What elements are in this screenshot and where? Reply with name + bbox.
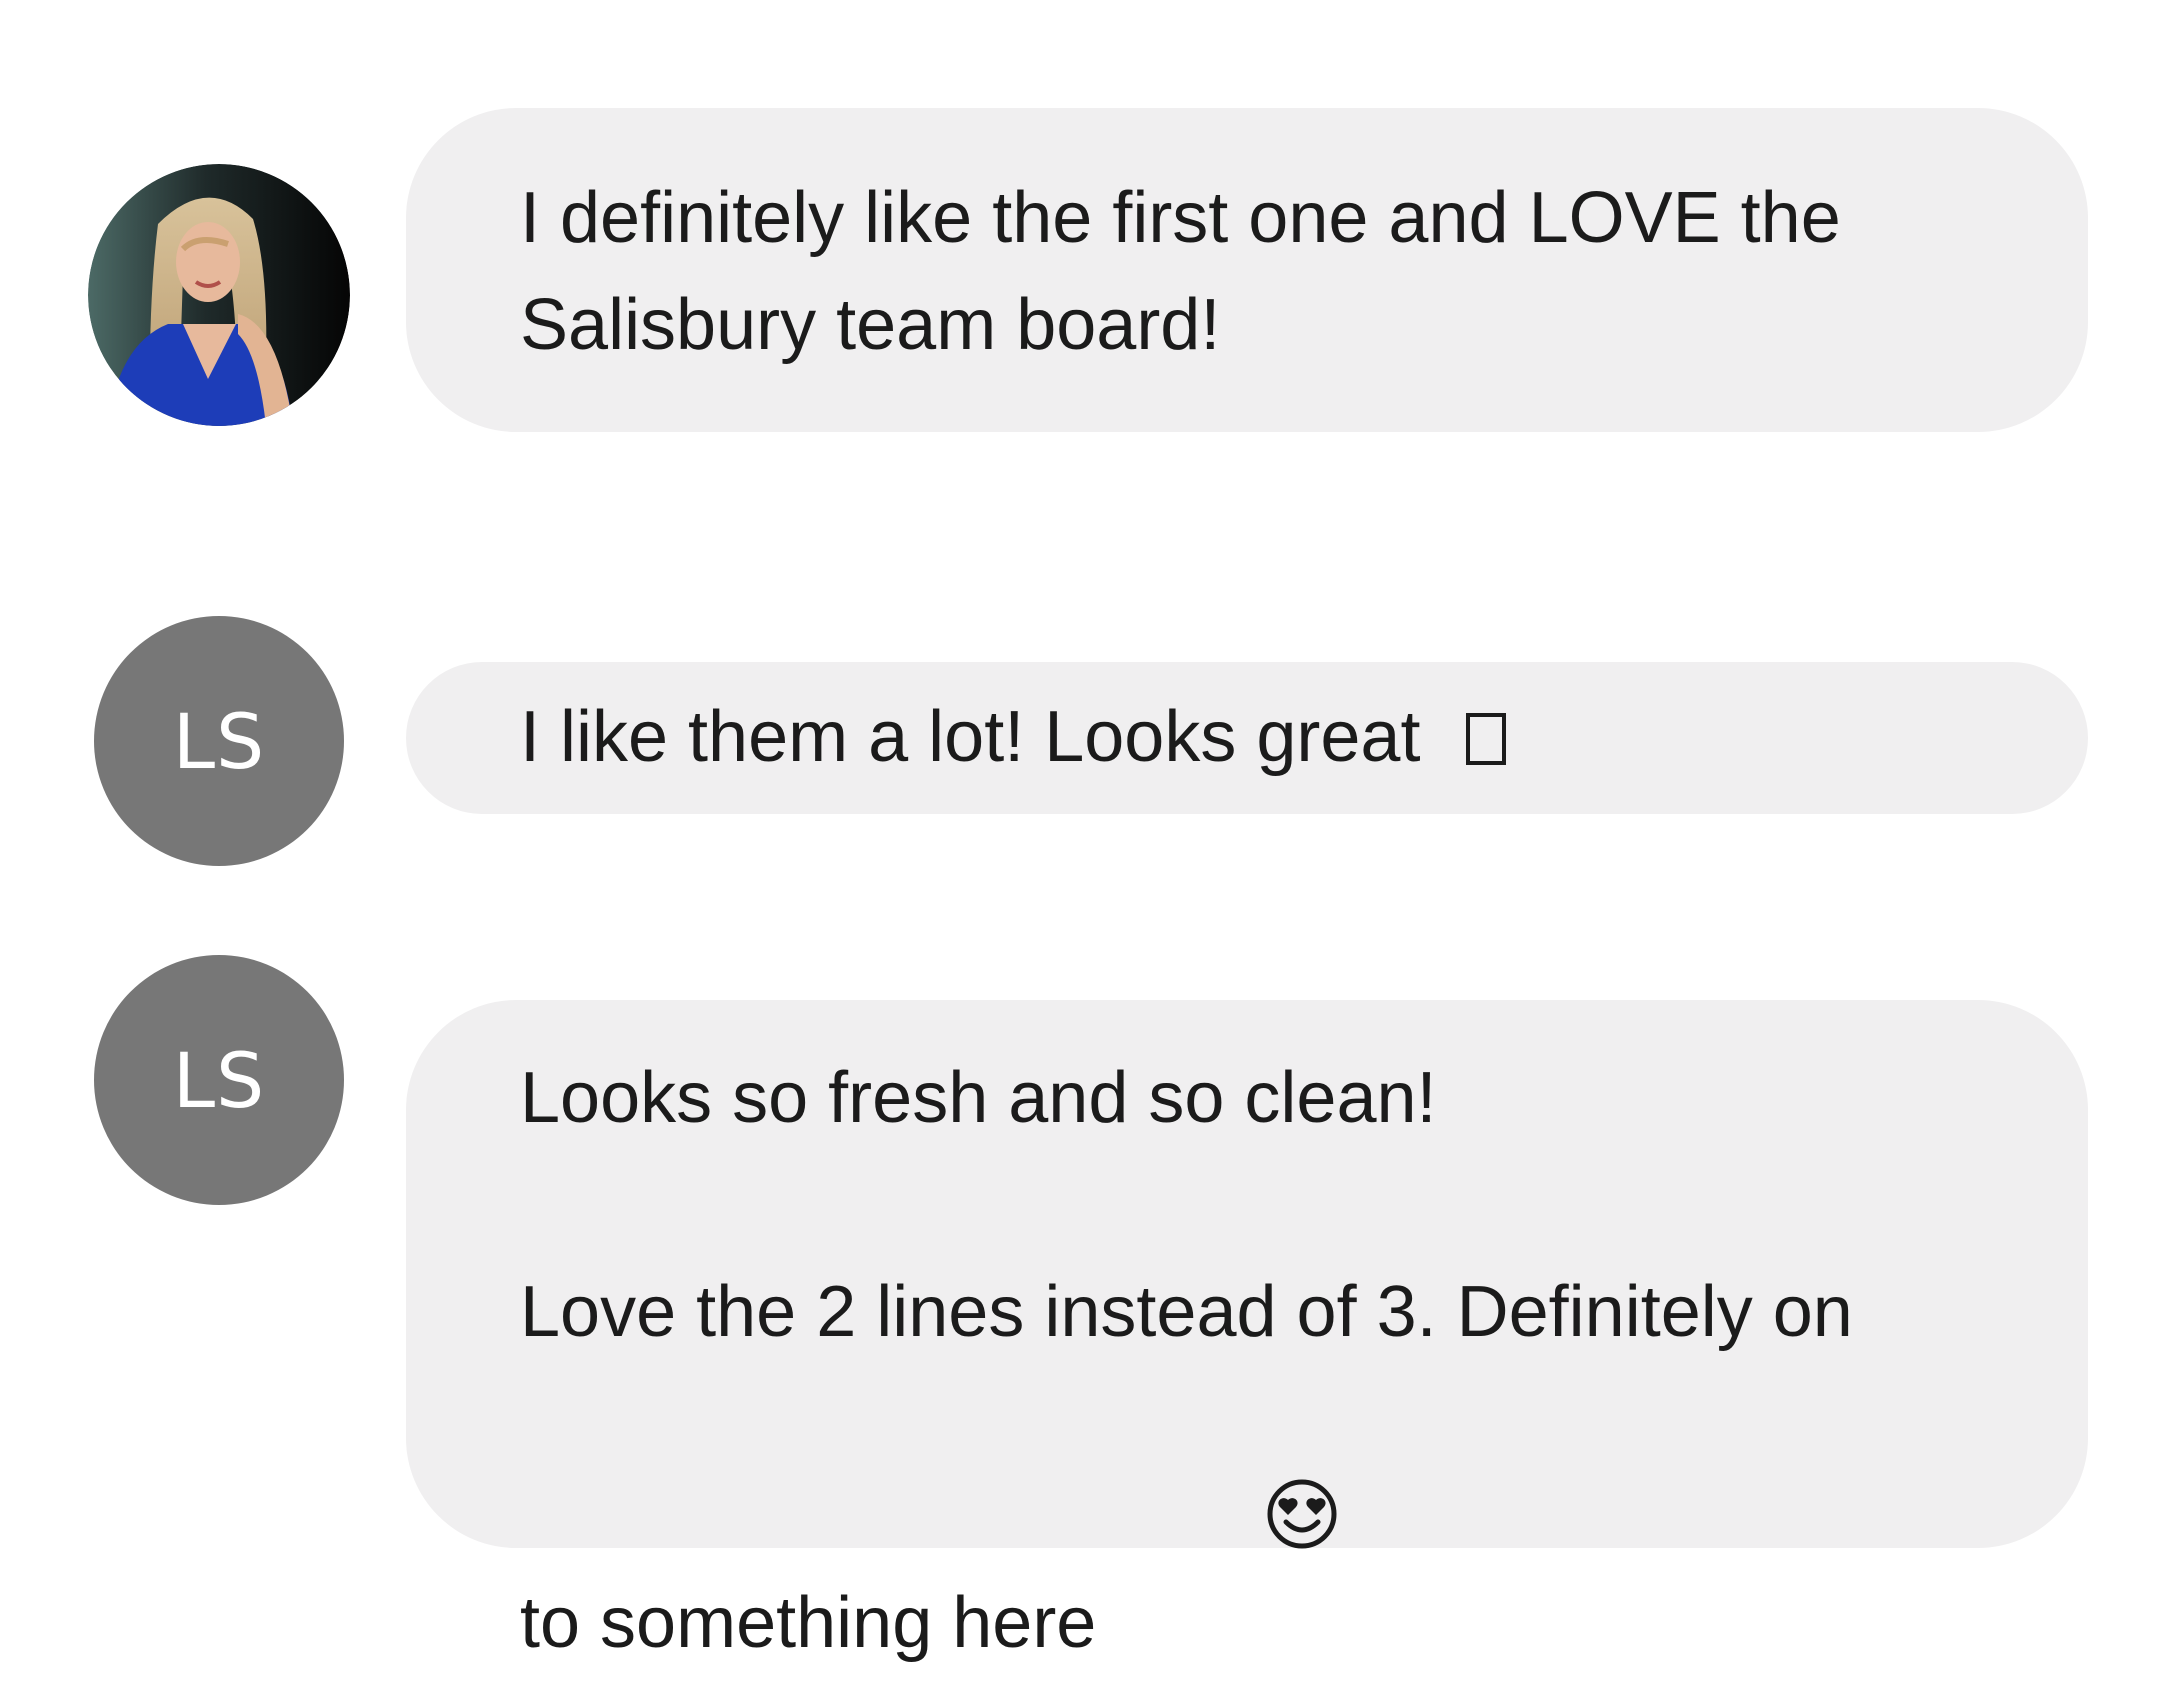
comment-text-line: I definitely like the first one and LOVE… [520, 178, 1841, 258]
user-avatar-initials[interactable]: LS [94, 955, 344, 1205]
avatar-initials-text: LS [172, 1035, 266, 1125]
comment-text-line: Love the 2 lines instead of 3. Definitel… [520, 1272, 1853, 1352]
comment-text-line: Looks so fresh and so clean! [520, 1058, 1437, 1138]
user-photo-icon [88, 164, 350, 426]
user-avatar-photo[interactable] [88, 164, 350, 426]
comment-text-line: Salisbury team board! [520, 285, 1221, 365]
avatar-initials-text: LS [172, 696, 266, 786]
comment-bubble: I definitely like the first one and LOVE… [406, 108, 2088, 432]
comment-spacer [520, 1152, 1998, 1259]
heart-eyes-emoji-icon [1106, 1366, 1338, 1687]
comment-bubble: Looks so fresh and so clean! Love the 2 … [406, 1000, 2088, 1663]
unrendered-emoji-icon [1466, 713, 1507, 765]
comment-bubble: I like them a lot! Looks great [406, 662, 2088, 814]
comment-text: I like them a lot! Looks great [520, 697, 1421, 777]
comment-text-line: to something here [520, 1583, 1097, 1663]
comment-thread: I definitely like the first one and LOVE… [0, 0, 2160, 1663]
user-avatar-initials[interactable]: LS [94, 616, 344, 866]
